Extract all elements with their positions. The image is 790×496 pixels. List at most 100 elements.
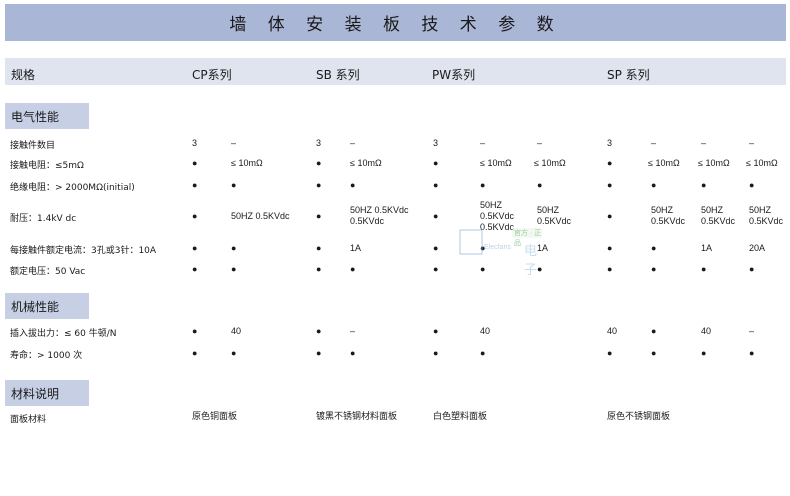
cell: ●: [607, 264, 613, 274]
cell: ●: [701, 180, 707, 190]
cell: 50HZ: [537, 205, 560, 215]
cell: ≤ 10mΩ: [231, 158, 263, 168]
cell: 50HZ 0.5KVdc: [350, 205, 409, 215]
cell: 50HZ 0.5KVdc: [231, 211, 290, 221]
cell: ●: [231, 180, 237, 190]
cell: ●: [749, 180, 755, 190]
cell: ●: [433, 264, 439, 274]
section-material: 材料说明: [5, 380, 89, 406]
cell: ●: [231, 348, 237, 358]
cell: ●: [433, 158, 439, 168]
cell: 20A: [749, 243, 766, 253]
cell: ●: [749, 264, 755, 274]
section-mechanical-label: 机械性能: [11, 299, 60, 314]
cell: –: [749, 138, 755, 148]
cell: ●: [316, 158, 322, 168]
cell: ●: [192, 211, 198, 221]
watermark-text3: 电子: [524, 244, 538, 278]
cell: 0.5KVdc: [350, 216, 385, 226]
cell: ●: [350, 264, 356, 274]
cell: 0.5KVdc: [749, 216, 784, 226]
cell: 40: [607, 326, 618, 336]
cell: ●: [350, 180, 356, 190]
cell: ●: [231, 264, 237, 274]
cell: ●: [480, 180, 486, 190]
header-spec: 规格: [11, 68, 36, 82]
watermark: 官方 · 正品 Elecfans 电子: [458, 226, 548, 278]
cell: 3: [192, 138, 198, 148]
cell-pw-material: 白色塑料面板: [433, 412, 488, 422]
cell: ≤ 10mΩ: [480, 158, 512, 168]
cell: –: [350, 138, 356, 148]
cell: ●: [433, 348, 439, 358]
cell: ●: [537, 180, 543, 190]
cell: 3: [433, 138, 439, 148]
cell: ≤ 10mΩ: [534, 158, 566, 168]
watermark-text2: Elecfans: [484, 244, 511, 251]
cell: 50HZ: [701, 205, 724, 215]
row-label-current: 每接触件额定电流：3孔或3针：10A: [10, 246, 157, 256]
section-electrical-label: 电气性能: [11, 109, 60, 124]
cell: ●: [316, 264, 322, 274]
cell: –: [701, 138, 707, 148]
header-sb: SB 系列: [316, 68, 360, 82]
cell: ●: [433, 180, 439, 190]
cell: ●: [701, 264, 707, 274]
cell: ≤ 10mΩ: [698, 158, 730, 168]
cell: ●: [192, 326, 198, 336]
cell: ●: [192, 264, 198, 274]
cell: ●: [651, 264, 657, 274]
cell: 40: [480, 326, 491, 336]
cell: –: [749, 326, 755, 336]
cell: 0.5KVdc: [701, 216, 736, 226]
cell: –: [537, 138, 543, 148]
cell-sb-material: 镀黑不锈钢材料面板: [316, 412, 398, 422]
cell: ●: [192, 180, 198, 190]
cell: 50HZ: [749, 205, 772, 215]
cell: 3: [607, 138, 613, 148]
cell: 3: [316, 138, 322, 148]
cell: ●: [192, 158, 198, 168]
row-label-insertion: 插入拔出力：≤ 60 牛顿/N: [10, 329, 117, 339]
cell: ≤ 10mΩ: [648, 158, 680, 168]
cell: ●: [316, 211, 322, 221]
cell: ●: [350, 348, 356, 358]
cell: ●: [651, 243, 657, 253]
cell: –: [350, 326, 356, 336]
cell: 0.5KVdc: [480, 211, 515, 221]
row-label-life: 寿命：> 1000 次: [10, 351, 83, 361]
row-label-panel: 面板材料: [10, 415, 47, 425]
row-label-voltage: 额定电压：50 Vac: [10, 267, 86, 277]
cell: –: [231, 138, 237, 148]
cell: –: [651, 138, 657, 148]
header-cp: CP系列: [192, 68, 232, 82]
cell: 50HZ: [651, 205, 674, 215]
row-label-withstand: 耐压：1.4kV dc: [10, 214, 77, 224]
cell: ●: [701, 348, 707, 358]
header-sp: SP 系列: [607, 68, 650, 82]
cell: 50HZ: [480, 200, 503, 210]
cell: ●: [651, 348, 657, 358]
section-material-label: 材料说明: [11, 386, 60, 401]
cell: ●: [433, 326, 439, 336]
header-row: 规格 CP系列 SB 系列 PW系列 SP 系列: [5, 58, 786, 85]
cell: ●: [192, 348, 198, 358]
cell: ●: [607, 211, 613, 221]
cell: ●: [749, 348, 755, 358]
cell: ●: [607, 348, 613, 358]
cell: ●: [316, 348, 322, 358]
cell: 1A: [350, 243, 362, 253]
cell: ●: [316, 243, 322, 253]
cell: ●: [316, 326, 322, 336]
cell-cp-material: 原色铜面板: [192, 412, 238, 422]
cell-sp-material: 原色不锈钢面板: [607, 412, 671, 422]
header-pw: PW系列: [432, 68, 476, 82]
cell: ●: [433, 211, 439, 221]
cell: ●: [480, 348, 486, 358]
section-electrical: 电气性能: [5, 103, 89, 129]
cell: 40: [231, 326, 242, 336]
title-bar: 墙 体 安 装 板 技 术 参 数: [5, 4, 786, 41]
cell: ●: [433, 243, 439, 253]
row-label-contacts: 接触件数目: [10, 141, 56, 151]
cell: 1A: [701, 243, 713, 253]
